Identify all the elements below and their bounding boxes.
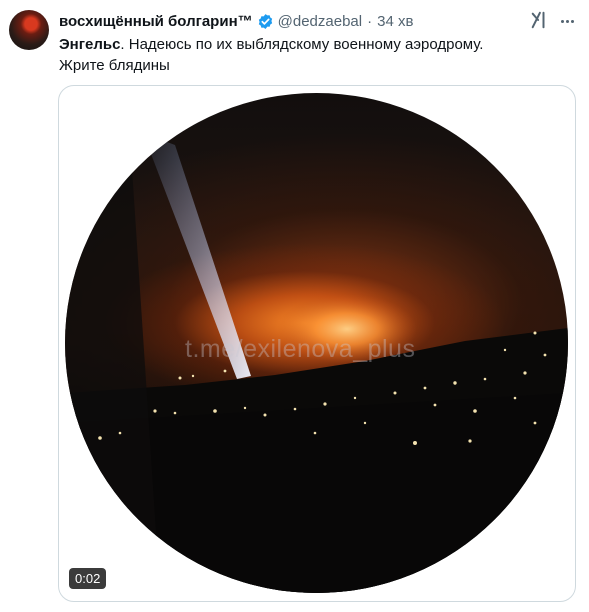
- verified-badge-icon: [258, 13, 272, 29]
- separator-dot: ·: [367, 12, 373, 30]
- tweet-location-word: Энгельс: [59, 36, 121, 53]
- tweet-header: восхищённый болгарин™ @dedzaebal · 34 хв: [59, 11, 413, 31]
- tweet-text: Энгельс. Надеюсь по их выблядскому военн…: [59, 34, 569, 76]
- author-display-name[interactable]: восхищённый болгарин™: [59, 13, 253, 30]
- author-handle[interactable]: @dedzaebal: [278, 13, 362, 30]
- video-duration-badge: 0:02: [69, 568, 107, 589]
- video-frame[interactable]: t.me/exilenova_plus: [65, 93, 568, 593]
- tweet-line2-text: Жрите блядины: [59, 57, 170, 74]
- timestamp[interactable]: 34 хв: [377, 13, 413, 30]
- avatar[interactable]: [9, 10, 49, 50]
- video-watermark: t.me/exilenova_plus: [185, 335, 416, 363]
- more-options-icon[interactable]: [558, 12, 576, 30]
- video-media[interactable]: t.me/exilenova_plus 0:02: [58, 85, 576, 602]
- tweet-line1-text: . Надеюсь по их выблядскому военному аэр…: [120, 36, 484, 53]
- grok-icon[interactable]: [530, 10, 548, 30]
